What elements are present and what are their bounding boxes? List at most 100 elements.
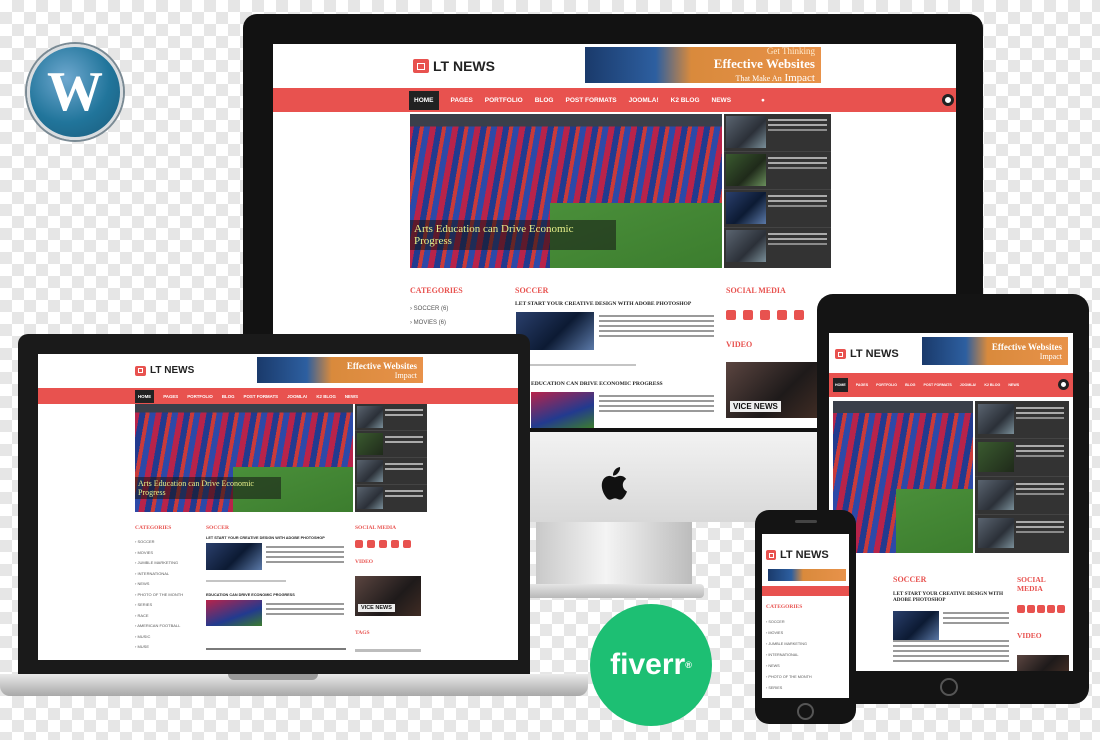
nav-blog[interactable]: BLOG bbox=[222, 394, 235, 399]
thumb-item[interactable] bbox=[724, 114, 831, 152]
twitter-icon[interactable] bbox=[1027, 605, 1035, 613]
category-item[interactable]: › JUMBLE MARKETING bbox=[135, 558, 197, 569]
facebook-icon[interactable] bbox=[726, 310, 736, 320]
category-item[interactable]: › PHOTO OF THE MONTH bbox=[766, 672, 846, 683]
youtube-icon[interactable] bbox=[1057, 605, 1065, 613]
nav-k2-blog[interactable]: K2 BLOG bbox=[316, 394, 336, 399]
thumb-item[interactable] bbox=[975, 477, 1069, 515]
article-title[interactable]: EDUCATION CAN DRIVE ECONOMIC PROGRESS bbox=[206, 593, 295, 597]
nav-news[interactable]: NEWS bbox=[345, 394, 358, 399]
category-item[interactable]: › SERIES bbox=[766, 683, 846, 694]
category-item[interactable]: › MUSE bbox=[135, 642, 197, 653]
category-item[interactable]: › MUSIC bbox=[135, 632, 197, 643]
nav-pages[interactable]: PAGES bbox=[451, 97, 473, 104]
pinterest-icon[interactable] bbox=[391, 540, 399, 548]
header-banner[interactable] bbox=[768, 569, 846, 581]
facebook-icon[interactable] bbox=[355, 540, 363, 548]
nav-home[interactable]: HOME bbox=[135, 389, 155, 403]
thumb-item[interactable] bbox=[724, 228, 831, 266]
nav-portfolio[interactable]: PORTFOLIO bbox=[485, 97, 523, 104]
thumb-item[interactable] bbox=[355, 485, 427, 512]
nav-pages[interactable]: PAGES bbox=[163, 394, 178, 399]
nav-post-formats[interactable]: POST FORMATS bbox=[923, 383, 951, 387]
nav-portfolio[interactable]: PORTFOLIO bbox=[876, 383, 897, 387]
category-item[interactable]: › JUMBLE MARKETING bbox=[766, 639, 846, 650]
video-player[interactable] bbox=[1017, 655, 1069, 671]
article-title[interactable]: EDUCATION CAN DRIVE ECONOMIC PROGRESS bbox=[531, 381, 663, 387]
category-item[interactable]: › INTERNATIONAL bbox=[135, 569, 197, 580]
article-image[interactable] bbox=[206, 600, 262, 626]
header-banner[interactable]: Effective Websites Impact bbox=[922, 337, 1068, 365]
nav-blog[interactable]: BLOG bbox=[905, 383, 915, 387]
facebook-icon[interactable] bbox=[1017, 605, 1025, 613]
video-player[interactable]: VICE NEWS bbox=[355, 576, 421, 616]
nav-pages[interactable]: PAGES bbox=[856, 383, 868, 387]
category-item[interactable]: › MOVIES (6) bbox=[410, 316, 502, 330]
thumb-item[interactable] bbox=[975, 401, 1069, 439]
youtube-icon[interactable] bbox=[794, 310, 804, 320]
google-plus-icon[interactable] bbox=[379, 540, 387, 548]
settings-icon[interactable] bbox=[942, 94, 954, 106]
category-item[interactable]: › RACE bbox=[135, 611, 197, 622]
thumb-item[interactable] bbox=[724, 152, 831, 190]
nav-news[interactable]: NEWS bbox=[712, 97, 732, 104]
nav-joomla[interactable]: JOOMLA! bbox=[960, 383, 977, 387]
nav-home[interactable]: HOME bbox=[833, 378, 848, 392]
site-logo[interactable]: LT NEWS bbox=[135, 365, 194, 376]
hero-image[interactable]: Arts Education can Drive Economic Progre… bbox=[410, 114, 722, 268]
category-item[interactable]: › SOCCER bbox=[766, 617, 846, 628]
hero-image[interactable]: Arts Education can Drive Economic Progre… bbox=[135, 404, 353, 512]
thumb-item[interactable] bbox=[355, 431, 427, 458]
pinterest-icon[interactable] bbox=[777, 310, 787, 320]
nav-post-formats[interactable]: POST FORMATS bbox=[244, 394, 279, 399]
video-player[interactable]: VICE NEWS bbox=[726, 362, 818, 418]
category-item[interactable]: › AMERICAN FOOTBALL bbox=[135, 621, 197, 632]
thumb-item[interactable] bbox=[355, 458, 427, 485]
category-item[interactable]: › NEWS bbox=[135, 579, 197, 590]
thumb-item[interactable] bbox=[975, 515, 1069, 553]
header-banner[interactable]: Effective Websites Impact bbox=[257, 357, 423, 383]
tablet-home-button[interactable] bbox=[940, 678, 958, 696]
category-item[interactable]: › SERIES bbox=[135, 600, 197, 611]
nav-k2-blog[interactable]: K2 BLOG bbox=[984, 383, 1000, 387]
category-item[interactable]: › INTERNATIONAL bbox=[766, 650, 846, 661]
category-item[interactable]: › MOVIES bbox=[135, 548, 197, 559]
google-plus-icon[interactable] bbox=[1037, 605, 1045, 613]
category-item[interactable]: › MOVIES bbox=[766, 628, 846, 639]
category-item[interactable]: › SOCCER (6) bbox=[410, 302, 502, 316]
thumb-item[interactable] bbox=[355, 404, 427, 431]
thumb-item[interactable] bbox=[975, 439, 1069, 477]
site-logo[interactable]: LT NEWS bbox=[413, 58, 495, 74]
article-image[interactable] bbox=[531, 392, 594, 428]
site-logo[interactable]: LT NEWS bbox=[766, 549, 829, 561]
nav-toggle[interactable] bbox=[762, 586, 849, 596]
category-item[interactable]: › PHOTO OF THE MONTH bbox=[135, 590, 197, 601]
search-icon[interactable]: ● bbox=[761, 97, 765, 104]
twitter-icon[interactable] bbox=[743, 310, 753, 320]
nav-news[interactable]: NEWS bbox=[1008, 383, 1019, 387]
settings-icon[interactable] bbox=[1058, 379, 1069, 390]
hero-caption[interactable]: Arts Education can Drive Economic Progre… bbox=[135, 477, 281, 500]
nav-post-formats[interactable]: POST FORMATS bbox=[565, 97, 616, 104]
article-title[interactable]: LET START YOUR CREATIVE DESIGN WITH ADOB… bbox=[893, 591, 1009, 603]
nav-portfolio[interactable]: PORTFOLIO bbox=[187, 394, 213, 399]
twitter-icon[interactable] bbox=[367, 540, 375, 548]
nav-joomla[interactable]: JOOMLA! bbox=[287, 394, 307, 399]
youtube-icon[interactable] bbox=[403, 540, 411, 548]
article-title[interactable]: LET START YOUR CREATIVE DESIGN WITH ADOB… bbox=[515, 301, 691, 307]
google-plus-icon[interactable] bbox=[760, 310, 770, 320]
category-item[interactable]: › NEWS bbox=[766, 661, 846, 672]
hero-caption[interactable]: Arts Education can Drive Economic Progre… bbox=[410, 219, 616, 250]
nav-joomla[interactable]: JOOMLA! bbox=[629, 97, 659, 104]
phone-home-button[interactable] bbox=[797, 703, 814, 720]
article-title[interactable]: LET START YOUR CREATIVE DESIGN WITH ADOB… bbox=[206, 536, 325, 540]
thumb-item[interactable] bbox=[724, 190, 831, 228]
pinterest-icon[interactable] bbox=[1047, 605, 1055, 613]
article-image[interactable] bbox=[206, 543, 262, 570]
category-item[interactable]: › SOCCER bbox=[135, 537, 197, 548]
nav-blog[interactable]: BLOG bbox=[535, 97, 554, 104]
nav-k2-blog[interactable]: K2 BLOG bbox=[671, 97, 700, 104]
site-logo[interactable]: LT NEWS bbox=[835, 348, 899, 360]
nav-home[interactable]: HOME bbox=[409, 90, 439, 110]
header-banner[interactable]: Get Thinking Effective Websites That Mak… bbox=[585, 46, 821, 84]
